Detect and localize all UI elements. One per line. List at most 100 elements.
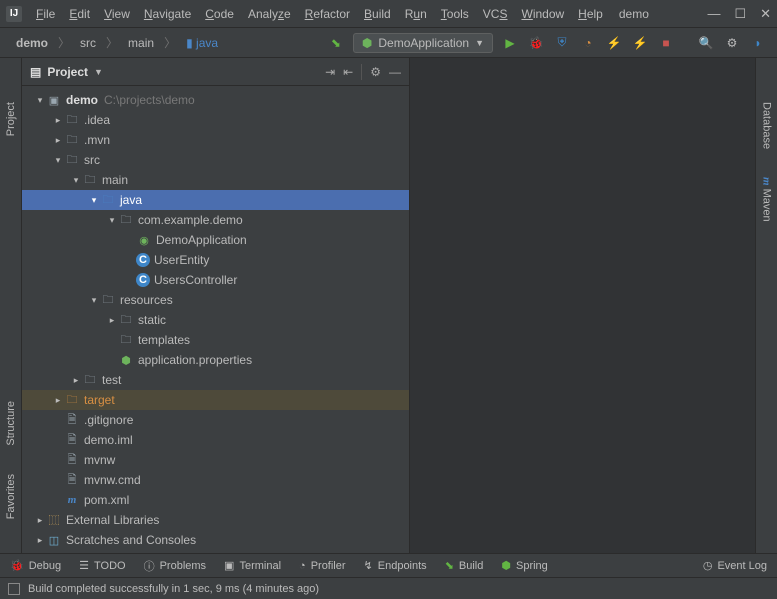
folder-icon: 🗀	[82, 372, 98, 388]
bottom-tab-endpoints[interactable]: ↯Endpoints	[364, 559, 427, 572]
tree-src[interactable]: ▾🗀 src	[22, 150, 409, 170]
tree-package[interactable]: ▾🗀 com.example.demo	[22, 210, 409, 230]
menu-tools[interactable]: Tools	[435, 5, 475, 23]
tree-templates[interactable]: 🗀 templates	[22, 330, 409, 350]
folder-icon: 🗀	[64, 152, 80, 168]
file-icon: 🗎	[64, 472, 80, 488]
tree-class-userentity[interactable]: C UserEntity	[22, 250, 409, 270]
tree-root[interactable]: ▾▣ demo C:\projects\demo	[22, 90, 409, 110]
project-view-selector[interactable]: ▤ Project ▼	[30, 65, 103, 79]
bottom-tab-build[interactable]: ⬊Build	[445, 559, 484, 572]
menu-build[interactable]: Build	[358, 5, 397, 23]
file-icon: 🗎	[64, 412, 80, 428]
left-tab-favorites[interactable]: Favorites	[5, 474, 17, 519]
tree-pom[interactable]: m pom.xml	[22, 490, 409, 510]
debug-button[interactable]: 🐞	[527, 36, 545, 50]
module-file-icon: 🗎	[64, 432, 80, 448]
menu-view[interactable]: View	[98, 5, 136, 23]
menu-help[interactable]: Help	[572, 5, 609, 23]
attach-button[interactable]: ⚡	[605, 36, 623, 50]
window-project-label: demo	[619, 7, 649, 21]
tool-windows-toggle-icon[interactable]	[8, 583, 20, 595]
settings-icon[interactable]: ⚙	[723, 36, 741, 50]
crumb-demo[interactable]: demo	[10, 34, 54, 52]
build-hammer-icon[interactable]: ⬊	[327, 36, 345, 50]
chevron-right-icon: 〉	[58, 34, 70, 51]
tree-resources[interactable]: ▾🗀 resources	[22, 290, 409, 310]
scratches-icon: ◫	[46, 532, 62, 548]
folder-icon: 🗀	[118, 312, 134, 328]
collapse-all-icon[interactable]: ⇥	[325, 65, 335, 79]
tree-mvnwcmd[interactable]: 🗎 mvnw.cmd	[22, 470, 409, 490]
tree-iml[interactable]: 🗎 demo.iml	[22, 430, 409, 450]
run-button[interactable]: ▶	[501, 36, 519, 50]
menu-run[interactable]: Run	[399, 5, 433, 23]
tree-main[interactable]: ▾🗀 main	[22, 170, 409, 190]
chevron-right-icon: 〉	[164, 34, 176, 51]
resources-folder-icon: 🗀	[100, 292, 116, 308]
run-config-label: DemoApplication	[378, 36, 469, 50]
menu-code[interactable]: Code	[199, 5, 240, 23]
minimize-button[interactable]: —	[707, 6, 720, 21]
close-button[interactable]: ✕	[760, 6, 771, 22]
left-tab-structure[interactable]: Structure	[5, 401, 17, 446]
hide-panel-icon[interactable]: —	[389, 65, 401, 79]
tree-class-userscontroller[interactable]: C UsersController	[22, 270, 409, 290]
maven-pom-icon: m	[64, 492, 80, 508]
java-class-icon: C	[136, 273, 150, 287]
tree-test[interactable]: ▸🗀 test	[22, 370, 409, 390]
stop-button[interactable]: ■	[657, 36, 675, 50]
expand-all-icon[interactable]: ⇤	[343, 65, 353, 79]
crumb-src[interactable]: src	[74, 34, 102, 52]
crumb-java[interactable]: ▮ java	[180, 34, 224, 52]
tree-java[interactable]: ▾🗀 java	[22, 190, 409, 210]
run-configuration-selector[interactable]: ⬢ DemoApplication ▼	[353, 33, 493, 53]
bottom-tab-spring[interactable]: ⬢Spring	[501, 559, 547, 572]
tree-mvnw[interactable]: 🗎 mvnw	[22, 450, 409, 470]
ide-features-icon[interactable]: ◗	[749, 36, 767, 50]
tree-class-demoapp[interactable]: ◉ DemoApplication	[22, 230, 409, 250]
menu-navigate[interactable]: Navigate	[138, 5, 197, 23]
endpoints-icon: ↯	[364, 559, 373, 572]
eventlog-icon: ◷	[703, 559, 713, 572]
spring-leaf-icon: ⬢	[362, 36, 372, 50]
bottom-tab-problems[interactable]: ⓘProblems	[144, 558, 206, 574]
panel-header: ▤ Project ▼ ⇥ ⇤ ⚙ —	[22, 58, 409, 86]
left-tab-project[interactable]: Project	[5, 102, 17, 136]
file-icon: 🗎	[64, 452, 80, 468]
menu-edit[interactable]: Edit	[63, 5, 96, 23]
hammer-icon: ⬊	[445, 559, 454, 572]
profile-button[interactable]: ◔	[579, 36, 597, 50]
menu-vcs[interactable]: VCS	[477, 5, 514, 23]
tree-idea[interactable]: ▸🗀 .idea	[22, 110, 409, 130]
menu-file[interactable]: File	[30, 5, 61, 23]
bottom-tab-eventlog[interactable]: ◷Event Log	[703, 559, 767, 572]
spring-class-icon: ◉	[136, 232, 152, 248]
bottom-tab-debug[interactable]: 🐞Debug	[10, 559, 61, 572]
right-tab-maven[interactable]: m Maven	[761, 177, 773, 222]
project-tree[interactable]: ▾▣ demo C:\projects\demo ▸🗀 .idea ▸🗀 .mv…	[22, 86, 409, 553]
trace-button[interactable]: ⚡	[631, 36, 649, 50]
menu-window[interactable]: Window	[515, 5, 570, 23]
right-tab-database[interactable]: Database	[761, 102, 773, 149]
tree-external-libs[interactable]: ▸⿲ External Libraries	[22, 510, 409, 530]
tree-static[interactable]: ▸🗀 static	[22, 310, 409, 330]
search-icon[interactable]: 🔍	[697, 36, 715, 50]
tree-target[interactable]: ▸🗀 target	[22, 390, 409, 410]
menu-refactor[interactable]: Refactor	[299, 5, 356, 23]
tree-appprops[interactable]: ⬢ application.properties	[22, 350, 409, 370]
tree-mvn[interactable]: ▸🗀 .mvn	[22, 130, 409, 150]
project-icon: ▤	[30, 65, 41, 79]
bottom-tab-todo[interactable]: ☰TODO	[79, 559, 125, 572]
crumb-main[interactable]: main	[122, 34, 160, 52]
tree-scratches[interactable]: ▸◫ Scratches and Consoles	[22, 530, 409, 550]
maximize-button[interactable]: ☐	[734, 6, 746, 22]
coverage-button[interactable]: ⛨	[553, 35, 571, 50]
folder-icon: 🗀	[64, 132, 80, 148]
bottom-tab-terminal[interactable]: ▣Terminal	[224, 559, 281, 572]
gear-icon[interactable]: ⚙	[370, 65, 381, 79]
menu-analyze[interactable]: Analyze	[242, 5, 297, 23]
terminal-icon: ▣	[224, 559, 234, 572]
bottom-tab-profiler[interactable]: ◔Profiler	[299, 560, 346, 572]
tree-gitignore[interactable]: 🗎 .gitignore	[22, 410, 409, 430]
